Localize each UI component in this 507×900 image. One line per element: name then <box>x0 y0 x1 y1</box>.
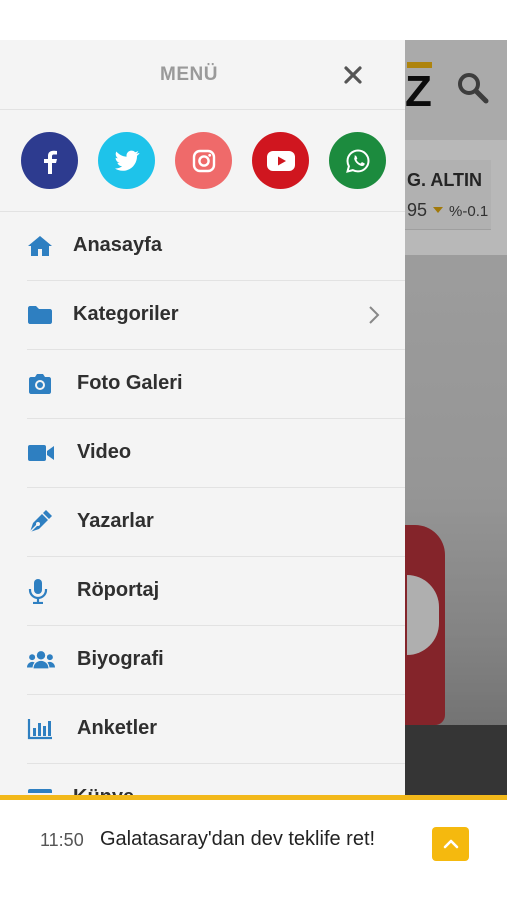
folder-icon <box>27 302 55 328</box>
menu-label: Yazarlar <box>77 510 154 532</box>
poll-icon <box>27 716 55 742</box>
card-icon <box>27 785 55 795</box>
pen-icon <box>27 509 55 535</box>
whatsapp-icon[interactable] <box>329 132 386 189</box>
side-menu-drawer: MENÜ Anasayfa Kategoriler Foto Galeri Vi… <box>0 40 405 795</box>
video-icon <box>27 440 55 466</box>
drawer-header: MENÜ <box>0 40 405 110</box>
menu-label: Künye <box>73 786 134 795</box>
menu-label: Anasayfa <box>73 234 162 256</box>
youtube-icon[interactable] <box>252 132 309 189</box>
microphone-icon <box>27 578 55 604</box>
menu-list: Anasayfa Kategoriler Foto Galeri Video Y… <box>0 212 405 795</box>
news-time: 11:50 <box>40 830 84 850</box>
menu-item-anasayfa[interactable]: Anasayfa <box>27 212 405 281</box>
chevron-right-icon <box>367 305 381 325</box>
social-links <box>0 110 405 212</box>
camera-icon <box>27 371 55 397</box>
close-icon[interactable] <box>340 62 366 88</box>
menu-label: Röportaj <box>77 579 160 601</box>
twitter-icon[interactable] <box>98 132 155 189</box>
menu-label: Anketler <box>77 717 158 739</box>
menu-label: Foto Galeri <box>77 372 183 394</box>
facebook-icon[interactable] <box>21 132 78 189</box>
menu-label: Video <box>77 441 132 463</box>
news-headline[interactable]: Galatasaray'dan dev teklife ret! <box>100 828 375 851</box>
menu-item-yazarlar[interactable]: Yazarlar <box>27 488 405 557</box>
menu-item-foto-galeri[interactable]: Foto Galeri <box>27 350 405 419</box>
menu-label: Biyografi <box>77 648 164 670</box>
menu-item-anketler[interactable]: Anketler <box>27 695 405 764</box>
status-area <box>0 0 507 40</box>
users-icon <box>27 647 55 673</box>
menu-title: MENÜ <box>160 64 218 85</box>
scroll-up-button[interactable] <box>432 827 469 861</box>
instagram-icon[interactable] <box>175 132 232 189</box>
menu-item-biyografi[interactable]: Biyografi <box>27 626 405 695</box>
breaking-news-bar[interactable]: 11:50 Galatasaray'dan dev teklife ret! <box>0 795 507 900</box>
menu-item-video[interactable]: Video <box>27 419 405 488</box>
home-icon <box>27 233 55 259</box>
menu-item-kategoriler[interactable]: Kategoriler <box>27 281 405 350</box>
chevron-up-icon <box>443 839 458 849</box>
menu-item-kunye[interactable]: Künye <box>27 764 405 795</box>
menu-label: Kategoriler <box>73 303 179 325</box>
overlay-dim[interactable] <box>405 40 507 795</box>
menu-item-roportaj[interactable]: Röportaj <box>27 557 405 626</box>
